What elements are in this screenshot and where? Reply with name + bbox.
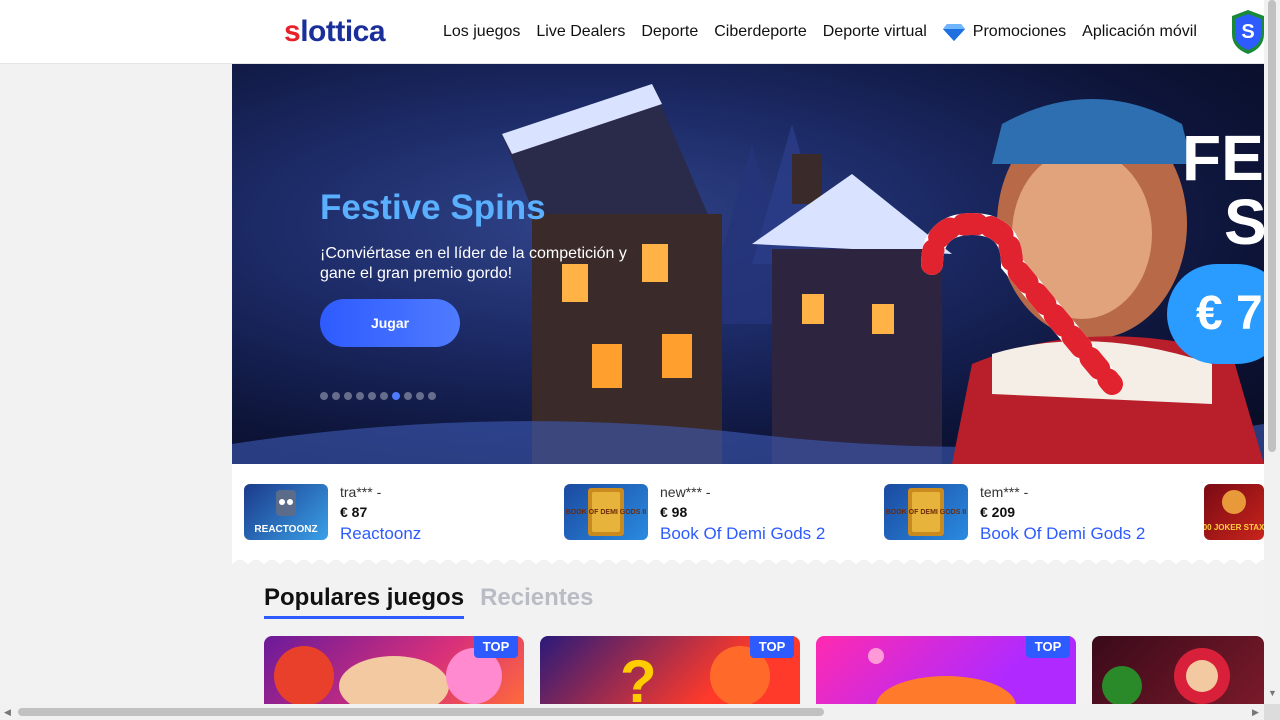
scroll-left-arrow-icon[interactable]: ◀ bbox=[4, 707, 11, 718]
nav-promociones-label: Promociones bbox=[972, 23, 1067, 40]
nav-live-dealers[interactable]: Live Dealers bbox=[536, 23, 625, 41]
reactoonz-art: REACTOONZ bbox=[254, 490, 318, 535]
carousel-dot[interactable] bbox=[416, 392, 424, 400]
game-tabs: Populares juegos Recientes bbox=[264, 584, 593, 619]
winner-username: new*** - bbox=[660, 484, 711, 500]
winner-game-link[interactable]: Book Of Demi Gods 2 bbox=[660, 524, 825, 544]
top-badge: TOP bbox=[474, 636, 518, 658]
horizontal-scrollbar-thumb[interactable] bbox=[18, 708, 824, 716]
promo-banner[interactable]: FE S € 7 Festive Spins ¡Conviértase en e… bbox=[232, 64, 1264, 464]
svg-text:?: ? bbox=[620, 648, 657, 704]
vertical-scrollbar[interactable]: ▼ bbox=[1264, 0, 1280, 704]
shield-icon[interactable]: S bbox=[1232, 8, 1264, 54]
book-demi-gods-art: BOOK OF DEMI GODS II bbox=[566, 488, 647, 536]
carousel-dot[interactable] bbox=[344, 392, 352, 400]
winners-ticker: REACTOONZ tra*** - € 87 Reactoonz BOOK O… bbox=[232, 464, 1264, 560]
winner-item[interactable]: REACTOONZ tra*** - € 87 Reactoonz bbox=[244, 484, 421, 544]
nav-promociones[interactable]: Promociones bbox=[942, 23, 1067, 41]
ticker-zigzag-edge bbox=[232, 556, 1264, 564]
main-nav: Los juegos Live Dealers Deporte Ciberdep… bbox=[443, 0, 1197, 64]
banner-art-text-fe: FE bbox=[1182, 122, 1264, 194]
game-thumbnail-100-joker-staxx[interactable]: 100 JOKER STAXX bbox=[1204, 484, 1264, 540]
slottica-logo[interactable]: s lottica bbox=[284, 14, 386, 50]
game-thumbnail-book-demi-gods[interactable]: BOOK OF DEMI GODS II bbox=[884, 484, 968, 540]
banner-art-text-s: S bbox=[1224, 186, 1264, 258]
carousel-dot[interactable] bbox=[404, 392, 412, 400]
reactoonz-thumb-text: REACTOONZ bbox=[254, 524, 317, 535]
vertical-scrollbar-thumb[interactable] bbox=[1268, 0, 1276, 452]
tab-recent[interactable]: Recientes bbox=[480, 584, 593, 619]
winner-game-link[interactable]: Reactoonz bbox=[340, 524, 421, 544]
carousel-dot[interactable] bbox=[380, 392, 388, 400]
game-card[interactable]: ? TOP bbox=[540, 636, 800, 704]
nav-ciberdeporte[interactable]: Ciberdeporte bbox=[714, 23, 807, 41]
carousel-dot-active[interactable] bbox=[392, 392, 400, 400]
diamond-icon bbox=[942, 24, 965, 41]
winner-game-link[interactable]: Book Of Demi Gods 2 bbox=[980, 524, 1145, 544]
joker-staxx-thumb-text: 100 JOKER STAXX bbox=[1204, 523, 1264, 532]
book-demi-gods-thumb-text: BOOK OF DEMI GODS II bbox=[566, 509, 647, 516]
carousel-dot[interactable] bbox=[356, 392, 364, 400]
game-thumbnail-reactoonz[interactable]: REACTOONZ bbox=[244, 484, 328, 540]
winner-amount: € 209 bbox=[980, 504, 1016, 520]
banner-art-amount: € 7 bbox=[1196, 287, 1263, 340]
horizontal-scrollbar[interactable]: ◀ ▶ bbox=[0, 704, 1264, 720]
play-button[interactable]: Jugar bbox=[320, 299, 460, 347]
carousel-dots bbox=[320, 392, 436, 400]
carousel-dot[interactable] bbox=[320, 392, 328, 400]
banner-subtitle: ¡Conviértase en el líder de la competici… bbox=[320, 245, 627, 282]
game-card[interactable] bbox=[1092, 636, 1264, 704]
winner-item[interactable]: BOOK OF DEMI GODS II new*** - € 98 Book … bbox=[564, 484, 825, 544]
top-badge: TOP bbox=[1026, 636, 1070, 658]
winner-item[interactable]: BOOK OF DEMI GODS II tem*** - € 209 Book… bbox=[884, 484, 1145, 544]
book-demi-gods-thumb-text: BOOK OF DEMI GODS II bbox=[886, 509, 967, 516]
game-card[interactable]: TOP bbox=[264, 636, 524, 704]
winner-username: tem*** - bbox=[980, 484, 1029, 500]
carousel-dot[interactable] bbox=[428, 392, 436, 400]
winner-username: tra*** - bbox=[340, 484, 382, 500]
scroll-down-arrow-icon[interactable]: ▼ bbox=[1268, 688, 1277, 698]
winner-amount: € 98 bbox=[660, 504, 688, 520]
game-card-art bbox=[1102, 648, 1230, 704]
top-badge: TOP bbox=[750, 636, 794, 658]
winner-item[interactable]: 100 JOKER STAXX bbox=[1204, 484, 1264, 540]
carousel-dot[interactable] bbox=[332, 392, 340, 400]
joker-staxx-art: 100 JOKER STAXX bbox=[1204, 490, 1264, 532]
banner-title: Festive Spins bbox=[320, 188, 546, 227]
nav-los-juegos[interactable]: Los juegos bbox=[443, 23, 520, 41]
book-demi-gods-art: BOOK OF DEMI GODS II bbox=[886, 488, 967, 536]
game-card[interactable]: TOP bbox=[816, 636, 1076, 704]
carousel-dot[interactable] bbox=[368, 392, 376, 400]
nav-aplicacion-movil[interactable]: Aplicación móvil bbox=[1082, 23, 1197, 41]
winner-amount: € 87 bbox=[340, 504, 368, 520]
svg-text:S: S bbox=[1241, 21, 1254, 43]
scrollbar-corner bbox=[1264, 704, 1280, 720]
nav-deporte[interactable]: Deporte bbox=[641, 23, 698, 41]
logo-s: s bbox=[284, 15, 301, 48]
tab-popular-games[interactable]: Populares juegos bbox=[264, 584, 465, 619]
game-thumbnail-book-demi-gods[interactable]: BOOK OF DEMI GODS II bbox=[564, 484, 648, 540]
nav-deporte-virtual[interactable]: Deporte virtual bbox=[823, 23, 927, 41]
site-header: s lottica Los juegos Live Dealers Deporte… bbox=[0, 0, 1264, 64]
scroll-right-arrow-icon[interactable]: ▶ bbox=[1252, 707, 1259, 718]
logo-text: lottica bbox=[300, 15, 386, 48]
